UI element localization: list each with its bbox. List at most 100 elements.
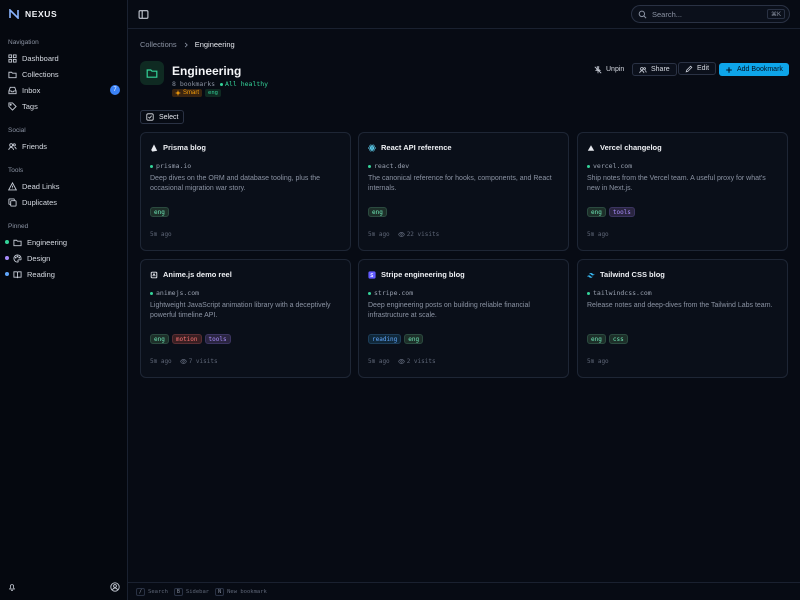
collection-tag-eng[interactable]: eng: [205, 89, 221, 97]
card-visits: 7 visits: [179, 358, 218, 365]
sidebar-item-inbox[interactable]: Inbox 7: [4, 83, 124, 97]
vercel-icon: [587, 144, 595, 151]
prisma-icon: [151, 143, 158, 152]
card-title[interactable]: Vercel changelog: [587, 143, 662, 152]
shortcut-key: N: [215, 587, 225, 596]
copy-icon: [8, 197, 17, 207]
tag-eng[interactable]: eng: [587, 334, 606, 344]
card-footer: 5m ago: [587, 231, 609, 238]
tag-css[interactable]: css: [608, 334, 628, 344]
tag-reading[interactable]: reading: [368, 334, 402, 344]
sidebar-item-dashboard[interactable]: Dashboard: [4, 51, 124, 65]
bookmark-card[interactable]: Tailwind CSS blog tailwindcss.com Releas…: [577, 259, 788, 378]
domain-text: prisma.io: [156, 162, 192, 170]
card-tags: eng: [368, 207, 387, 217]
collection-tags: Smart eng: [172, 89, 221, 97]
add-bookmark-button[interactable]: Add Bookmark: [719, 63, 789, 76]
domain-text: vercel.com: [593, 162, 633, 170]
select-button[interactable]: Select: [140, 110, 184, 124]
sidebar-item-reading[interactable]: Reading: [4, 267, 124, 281]
card-title[interactable]: Anime.js demo reel: [150, 270, 232, 279]
share-button[interactable]: Share: [632, 63, 677, 76]
sidebar-item-duplicates[interactable]: Duplicates: [4, 195, 124, 209]
card-domain: animejs.com: [150, 289, 199, 297]
eye-icon: [397, 232, 405, 237]
sidebar-item-dead-links[interactable]: Dead Links: [4, 179, 124, 193]
card-tags: eng tools: [587, 207, 635, 217]
tag-eng[interactable]: eng: [587, 207, 606, 217]
card-description: The canonical reference for hooks, compo…: [368, 175, 552, 192]
card-domain: stripe.com: [368, 289, 413, 297]
card-title[interactable]: React API reference: [368, 143, 452, 152]
sidebar-item-engineering[interactable]: Engineering: [4, 235, 124, 249]
bookmark-card[interactable]: React API reference react.dev The canoni…: [358, 132, 569, 251]
bookmark-card[interactable]: Stripe engineering blog stripe.com Deep …: [358, 259, 569, 378]
card-footer: 5m ago 2 visits: [368, 358, 436, 365]
sidebar-item-label: Friends: [22, 141, 48, 151]
tag-eng[interactable]: eng: [404, 334, 424, 344]
card-title-text: Vercel changelog: [600, 143, 662, 152]
edit-button[interactable]: Edit: [678, 62, 717, 75]
visits-count: 2 visits: [406, 358, 436, 365]
pinned-dot: [5, 240, 9, 244]
tag-icon: [8, 101, 17, 111]
folder-icon: [13, 239, 22, 246]
add-bookmark-label: Add Bookmark: [737, 66, 783, 73]
card-time: 5m ago: [368, 231, 390, 238]
stripe-icon: [368, 270, 376, 279]
user-avatar-icon[interactable]: [110, 582, 120, 592]
bookmark-card[interactable]: Vercel changelog vercel.com Ship notes f…: [577, 132, 788, 251]
shortcut-new-bookmark: N New bookmark: [215, 587, 267, 596]
domain-text: stripe.com: [374, 289, 414, 297]
card-time: 5m ago: [587, 231, 609, 238]
sparkle-icon: [175, 90, 181, 96]
bookmark-card[interactable]: Anime.js demo reel animejs.com Lightweig…: [140, 259, 351, 378]
sidebar-item-tags[interactable]: Tags: [4, 99, 124, 113]
section-label-navigation: Navigation: [8, 39, 39, 46]
card-title-text: Tailwind CSS blog: [600, 270, 665, 279]
share-label: Share: [651, 66, 670, 73]
health-status: All healthy: [220, 80, 268, 88]
card-description: Ship notes from the Vercel team. A usefu…: [587, 175, 766, 192]
sidebar-footer: [0, 576, 128, 600]
breadcrumb-current: Engineering: [194, 40, 235, 49]
breadcrumb-collections[interactable]: Collections: [140, 40, 177, 49]
sidebar-toggle-icon[interactable]: [138, 9, 149, 20]
bookmark-card[interactable]: Prisma blog prisma.io Deep dives on the …: [140, 132, 351, 251]
card-tags: eng motion tools: [150, 334, 231, 344]
sidebar-item-collections[interactable]: Collections: [4, 67, 124, 81]
domain-dot: [587, 164, 590, 168]
unpin-label: Unpin: [606, 66, 625, 73]
topbar: Search... ⌘K: [128, 0, 800, 29]
unpin-button[interactable]: Unpin: [587, 63, 631, 76]
card-title[interactable]: Tailwind CSS blog: [587, 270, 665, 279]
tag-motion[interactable]: motion: [171, 334, 202, 344]
tag-eng[interactable]: eng: [368, 207, 387, 217]
search-shortcut: ⌘K: [766, 9, 785, 19]
tag-eng[interactable]: eng: [150, 334, 169, 344]
tag-tools[interactable]: tools: [608, 207, 635, 217]
visits-count: 22 visits: [406, 231, 440, 238]
sidebar: NEXUS Navigation Dashboard Collections I…: [0, 0, 128, 600]
domain-text: react.dev: [374, 162, 410, 170]
card-title[interactable]: Stripe engineering blog: [368, 270, 465, 279]
sidebar-item-label: Collections: [22, 69, 59, 79]
bell-icon[interactable]: [8, 583, 16, 591]
brand[interactable]: NEXUS: [9, 9, 57, 19]
search-input[interactable]: Search... ⌘K: [631, 5, 790, 23]
edit-label: Edit: [697, 65, 710, 72]
sidebar-item-friends[interactable]: Friends: [4, 139, 124, 153]
tag-tools[interactable]: tools: [204, 334, 231, 344]
sidebar-item-design[interactable]: Design: [4, 251, 124, 265]
shortcut-label: New bookmark: [227, 588, 267, 595]
users-icon: [8, 142, 17, 150]
folder-icon: [8, 71, 17, 78]
tag-eng[interactable]: eng: [150, 207, 169, 217]
share-users-icon: [639, 66, 647, 73]
sidebar-item-label: Design: [27, 253, 51, 263]
card-time: 5m ago: [368, 358, 390, 365]
card-domain: prisma.io: [150, 162, 191, 170]
card-footer: 5m ago 7 visits: [150, 358, 218, 365]
card-title[interactable]: Prisma blog: [150, 143, 206, 152]
card-description: Lightweight JavaScript animation library…: [150, 302, 331, 319]
